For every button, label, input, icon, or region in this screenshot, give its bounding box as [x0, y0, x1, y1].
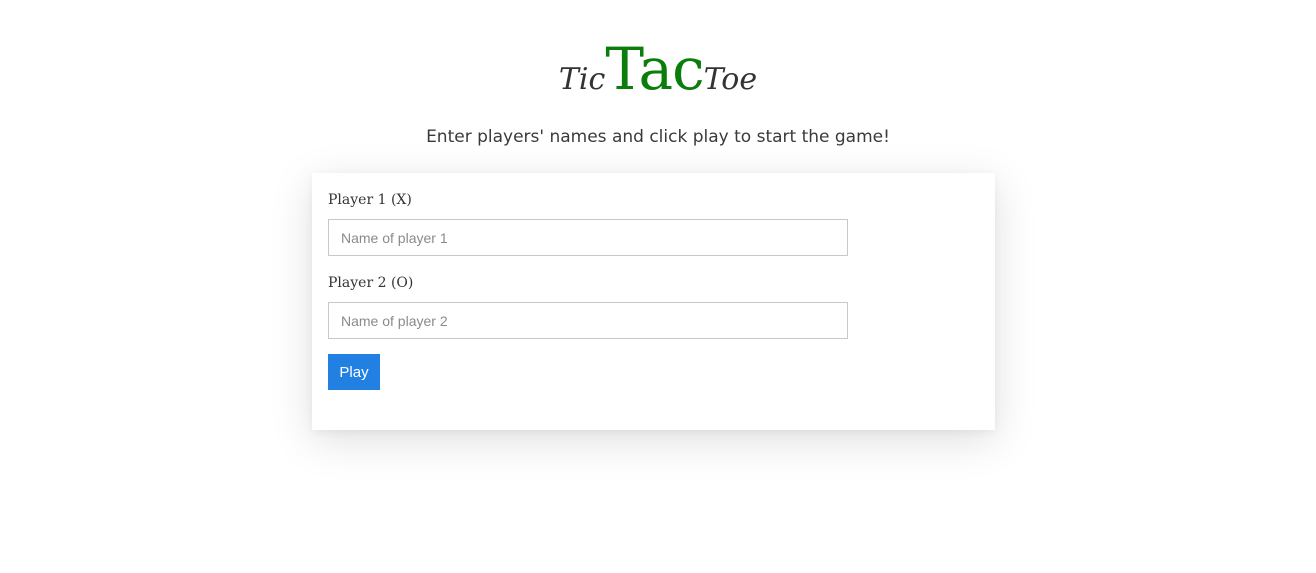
- page: TicTacToe Enter players' names and click…: [0, 0, 1316, 573]
- player1-name-input[interactable]: [328, 219, 848, 256]
- title-tac: Tac: [605, 35, 704, 103]
- player2-label: Player 2 (O): [328, 275, 414, 291]
- player2-name-input[interactable]: [328, 302, 848, 339]
- title-toe: Toe: [703, 62, 758, 97]
- player1-label: Player 1 (X): [328, 192, 412, 208]
- play-button[interactable]: Play: [328, 354, 380, 390]
- player-form-card: Player 1 (X) Player 2 (O) Play: [312, 173, 995, 430]
- instructions-text: Enter players' names and click play to s…: [426, 127, 890, 147]
- game-title: TicTacToe: [0, 40, 1316, 98]
- title-tic: Tic: [558, 62, 606, 97]
